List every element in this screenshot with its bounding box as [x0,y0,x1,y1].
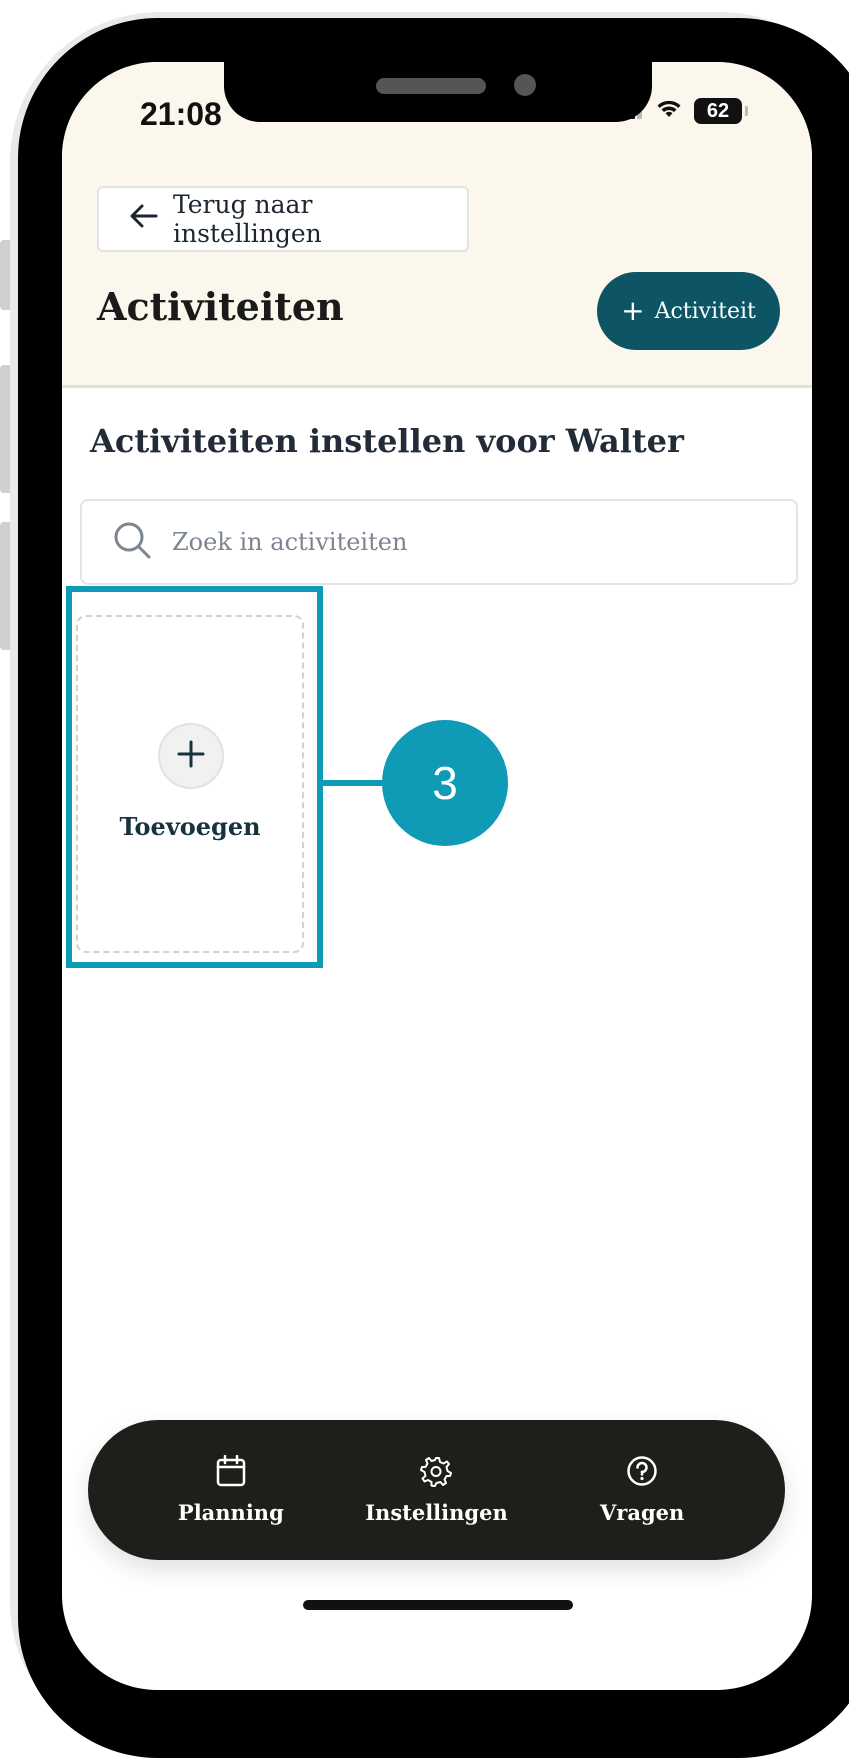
plus-icon: + [621,294,645,327]
plus-icon [176,739,206,773]
add-circle-button [158,723,224,789]
nav-label: Instellingen [365,1500,508,1525]
nav-item-instellingen[interactable]: Instellingen [346,1455,526,1525]
search-placeholder: Zoek in activiteiten [172,528,408,556]
page-title: Activiteiten [97,284,344,329]
gear-icon [420,1455,453,1492]
annotation-connector-line [323,780,383,786]
nav-label: Planning [177,1500,284,1525]
section-subtitle: Activiteiten instellen voor Walter [90,422,684,460]
add-activity-button[interactable]: + Activiteit [597,272,780,350]
back-to-settings-button[interactable]: Terug naar instellingen [97,186,469,252]
arrow-left-icon [129,203,159,235]
home-indicator [303,1600,573,1610]
add-activity-card[interactable]: Toevoegen [76,615,304,953]
add-card-label: Toevoegen [119,812,261,841]
add-activity-label: Activiteit [654,298,756,324]
bottom-navigation: Planning Instellingen Vragen [88,1420,785,1560]
nav-item-planning[interactable]: Planning [141,1454,321,1525]
back-button-label: Terug naar instellingen [173,190,322,248]
page-header: 21:08 62 Terug naar instellingen Activit… [62,62,812,388]
status-time: 21:08 [140,96,222,132]
nav-item-vragen[interactable]: Vragen [552,1455,732,1525]
search-icon [112,520,152,564]
front-camera [514,74,536,96]
camera-notch [224,62,652,122]
search-input[interactable]: Zoek in activiteiten [80,499,798,585]
wifi-icon [656,99,682,123]
annotation-step-badge: 3 [382,720,508,846]
battery-icon: 62 [694,98,748,124]
phone-screen: 21:08 62 Terug naar instellingen Activit… [62,62,812,1690]
nav-label: Vragen [600,1500,685,1525]
question-icon [626,1455,658,1492]
calendar-icon [216,1454,246,1492]
speaker-grille [376,78,486,94]
